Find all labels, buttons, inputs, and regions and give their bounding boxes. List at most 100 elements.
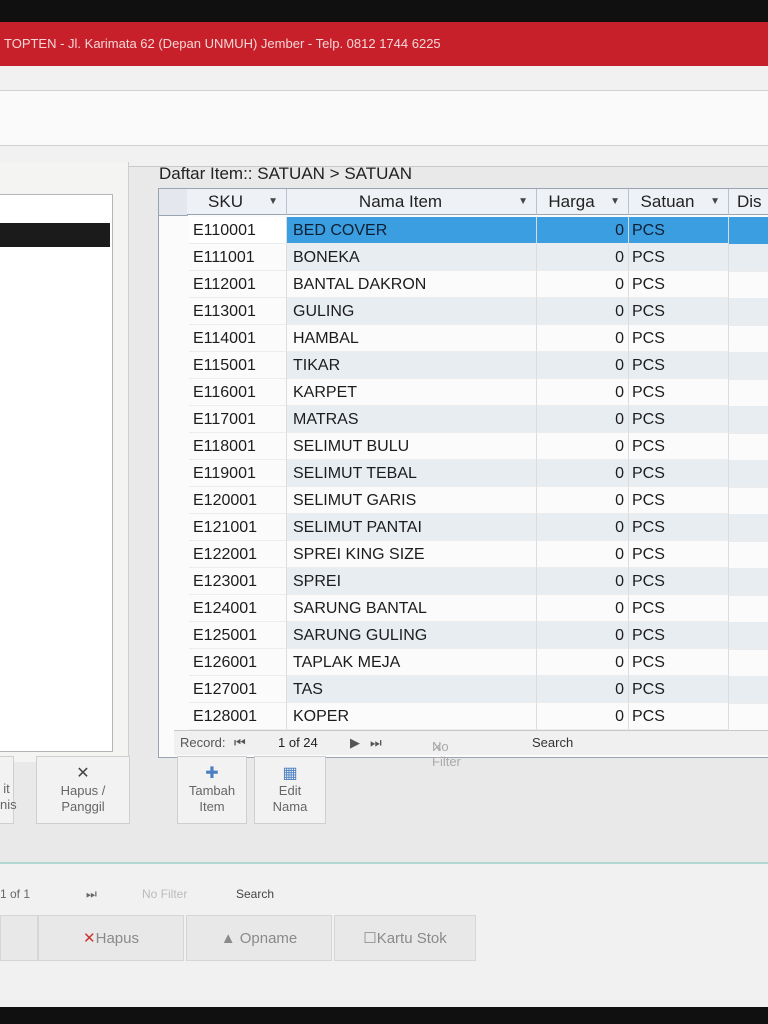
harga-cell[interactable]: 0	[537, 406, 629, 433]
satuan-cell[interactable]: PCS	[629, 622, 729, 649]
satuan-cell[interactable]: PCS	[629, 379, 729, 406]
disc-cell[interactable]	[729, 406, 768, 434]
sku-cell[interactable]: E124001	[189, 595, 287, 622]
kartu-stok-button[interactable]: ☐Kartu Stok	[334, 915, 476, 961]
sku-cell[interactable]: E123001	[189, 568, 287, 595]
first-record-icon[interactable]: ⏮	[234, 735, 246, 751]
column-header-disc[interactable]: Dis	[729, 189, 768, 215]
satuan-cell[interactable]: PCS	[629, 568, 729, 595]
nama-item-cell[interactable]: SELIMUT PANTAI	[287, 514, 537, 541]
disc-cell[interactable]	[729, 514, 768, 542]
row-selector[interactable]	[159, 379, 187, 406]
disc-cell[interactable]	[729, 379, 768, 407]
harga-cell[interactable]: 0	[537, 460, 629, 487]
edit-nama-button[interactable]: ▦ Edit Nama	[254, 756, 326, 824]
sort-dropdown-icon[interactable]: ▼	[518, 189, 528, 215]
table-row[interactable]: E110001 BED COVER 0 PCS	[159, 217, 768, 245]
column-header-nama[interactable]: Nama Item ▼	[287, 189, 537, 215]
harga-cell[interactable]: 0	[537, 703, 629, 730]
row-selector[interactable]	[159, 649, 187, 676]
table-row[interactable]: E113001 GULING 0 PCS	[159, 298, 768, 326]
row-selector[interactable]	[159, 703, 187, 730]
sku-cell[interactable]: E114001	[189, 325, 287, 352]
last-record-icon[interactable]: ⏭	[86, 887, 97, 902]
satuan-cell[interactable]: PCS	[629, 433, 729, 460]
table-row[interactable]: E112001 BANTAL DAKRON 0 PCS	[159, 271, 768, 299]
hapus-panggil-button[interactable]: ✕ Hapus / Panggil	[36, 756, 130, 824]
harga-cell[interactable]: 0	[537, 325, 629, 352]
harga-cell[interactable]: 0	[537, 352, 629, 379]
row-selector[interactable]	[159, 595, 187, 622]
bottom-record-position[interactable]: 1 of 1	[0, 887, 30, 901]
satuan-cell[interactable]: PCS	[629, 676, 729, 703]
harga-cell[interactable]: 0	[537, 217, 629, 244]
satuan-cell[interactable]: PCS	[629, 649, 729, 676]
nama-item-cell[interactable]: TAS	[287, 676, 537, 703]
disc-cell[interactable]	[729, 433, 768, 461]
nama-item-cell[interactable]: BED COVER	[287, 217, 537, 244]
table-row[interactable]: E111001 BONEKA 0 PCS	[159, 244, 768, 272]
nama-item-cell[interactable]: SELIMUT BULU	[287, 433, 537, 460]
partial-bottom-button[interactable]	[0, 915, 38, 961]
harga-cell[interactable]: 0	[537, 622, 629, 649]
table-row[interactable]: E126001 TAPLAK MEJA 0 PCS	[159, 649, 768, 677]
category-list-selected-item[interactable]	[0, 223, 110, 247]
harga-cell[interactable]: 0	[537, 595, 629, 622]
satuan-cell[interactable]: PCS	[629, 460, 729, 487]
sku-cell[interactable]: E126001	[189, 649, 287, 676]
column-header-harga[interactable]: Harga ▼	[537, 189, 629, 215]
row-selector[interactable]	[159, 568, 187, 595]
opname-button[interactable]: ▲ Opname	[186, 915, 332, 961]
satuan-cell[interactable]: PCS	[629, 352, 729, 379]
sku-cell[interactable]: E111001	[189, 244, 287, 271]
table-row[interactable]: E120001 SELIMUT GARIS 0 PCS	[159, 487, 768, 515]
nama-item-cell[interactable]: TAPLAK MEJA	[287, 649, 537, 676]
table-row[interactable]: E119001 SELIMUT TEBAL 0 PCS	[159, 460, 768, 488]
disc-cell[interactable]	[729, 703, 768, 731]
sort-dropdown-icon[interactable]: ▼	[268, 189, 278, 215]
sku-cell[interactable]: E110001	[189, 217, 287, 244]
nama-item-cell[interactable]: KARPET	[287, 379, 537, 406]
nama-item-cell[interactable]: KOPER	[287, 703, 537, 730]
disc-cell[interactable]	[729, 541, 768, 569]
disc-cell[interactable]	[729, 352, 768, 380]
harga-cell[interactable]: 0	[537, 271, 629, 298]
satuan-cell[interactable]: PCS	[629, 406, 729, 433]
sku-cell[interactable]: E115001	[189, 352, 287, 379]
row-selector[interactable]	[159, 271, 187, 298]
harga-cell[interactable]: 0	[537, 541, 629, 568]
table-row[interactable]: E122001 SPREI KING SIZE 0 PCS	[159, 541, 768, 569]
table-row[interactable]: E123001 SPREI 0 PCS	[159, 568, 768, 596]
sku-cell[interactable]: E120001	[189, 487, 287, 514]
table-row[interactable]: E117001 MATRAS 0 PCS	[159, 406, 768, 434]
sort-dropdown-icon[interactable]: ▼	[610, 189, 620, 215]
row-selector[interactable]	[159, 217, 187, 244]
disc-cell[interactable]	[729, 244, 768, 272]
table-row[interactable]: E115001 TIKAR 0 PCS	[159, 352, 768, 380]
table-row[interactable]: E121001 SELIMUT PANTAI 0 PCS	[159, 514, 768, 542]
row-selector[interactable]	[159, 541, 187, 568]
bottom-search-box[interactable]: Search	[236, 887, 274, 901]
row-selector[interactable]	[159, 244, 187, 271]
satuan-cell[interactable]: PCS	[629, 595, 729, 622]
column-header-satuan[interactable]: Satuan ▼	[629, 189, 729, 215]
sku-cell[interactable]: E117001	[189, 406, 287, 433]
sku-cell[interactable]: E125001	[189, 622, 287, 649]
disc-cell[interactable]	[729, 217, 768, 245]
sku-cell[interactable]: E118001	[189, 433, 287, 460]
tambah-item-button[interactable]: ✚ Tambah Item	[177, 756, 247, 824]
nama-item-cell[interactable]: SPREI	[287, 568, 537, 595]
table-row[interactable]: E127001 TAS 0 PCS	[159, 676, 768, 704]
row-selector[interactable]	[159, 460, 187, 487]
nama-item-cell[interactable]: BANTAL DAKRON	[287, 271, 537, 298]
disc-cell[interactable]	[729, 676, 768, 704]
harga-cell[interactable]: 0	[537, 379, 629, 406]
table-row[interactable]: E124001 SARUNG BANTAL 0 PCS	[159, 595, 768, 623]
nama-item-cell[interactable]: GULING	[287, 298, 537, 325]
nama-item-cell[interactable]: SARUNG BANTAL	[287, 595, 537, 622]
row-selector[interactable]	[159, 406, 187, 433]
last-record-icon[interactable]: ⏭	[370, 735, 382, 751]
row-selector[interactable]	[159, 298, 187, 325]
table-row[interactable]: E116001 KARPET 0 PCS	[159, 379, 768, 407]
sku-cell[interactable]: E116001	[189, 379, 287, 406]
